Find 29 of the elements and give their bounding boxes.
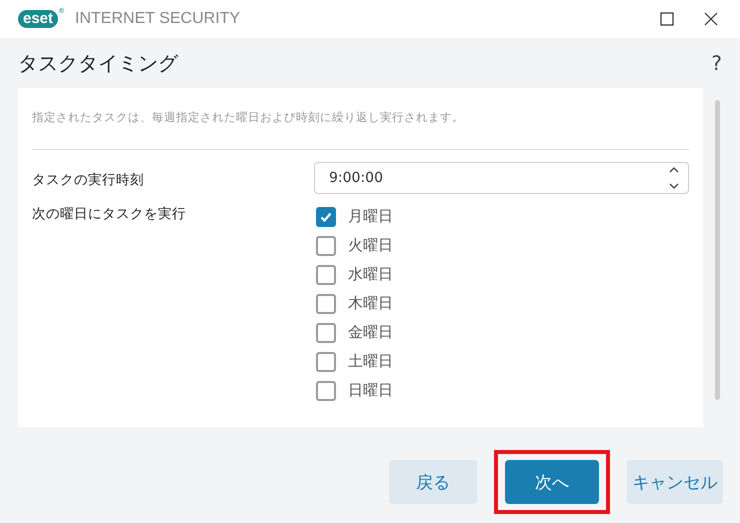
next-button[interactable]: 次へ	[505, 460, 599, 504]
spinner-arrows-icon[interactable]	[668, 165, 680, 191]
checkbox[interactable]	[316, 264, 336, 284]
help-button[interactable]: ?	[711, 51, 722, 75]
dialog-button[interactable]: 戻る	[389, 460, 477, 504]
scrollbar-thumb[interactable]	[714, 100, 720, 400]
day-label: 月曜日	[348, 207, 393, 226]
day-label: 木曜日	[348, 294, 393, 313]
checkbox[interactable]	[316, 322, 336, 342]
checkbox[interactable]	[316, 352, 336, 372]
time-label: タスクの実行時刻	[32, 170, 145, 188]
day-label: 日曜日	[348, 381, 393, 400]
day-label: 火曜日	[348, 236, 393, 255]
day-label: 金曜日	[348, 323, 393, 342]
dialog-button[interactable]: キャンセル	[627, 460, 723, 504]
days-label: 次の曜日にタスクを実行	[32, 205, 187, 223]
day-label: 水曜日	[348, 265, 393, 284]
checkbox[interactable]	[316, 206, 336, 226]
close-icon[interactable]	[704, 12, 718, 26]
maximize-icon[interactable]	[660, 12, 674, 26]
time-field[interactable]: 9:00:00	[314, 162, 689, 194]
checkbox[interactable]	[316, 380, 336, 400]
day-label: 土曜日	[348, 352, 393, 371]
eset-logo: eset	[18, 10, 58, 28]
page-title: タスクタイミング	[18, 50, 180, 76]
checkbox[interactable]	[316, 294, 336, 314]
window-title: INTERNET SECURITY	[75, 10, 240, 28]
description-text: 指定されたタスクは、毎週指定された曜日および時刻に繰り返し実行されます。	[32, 109, 465, 126]
checkbox[interactable]	[316, 236, 336, 256]
